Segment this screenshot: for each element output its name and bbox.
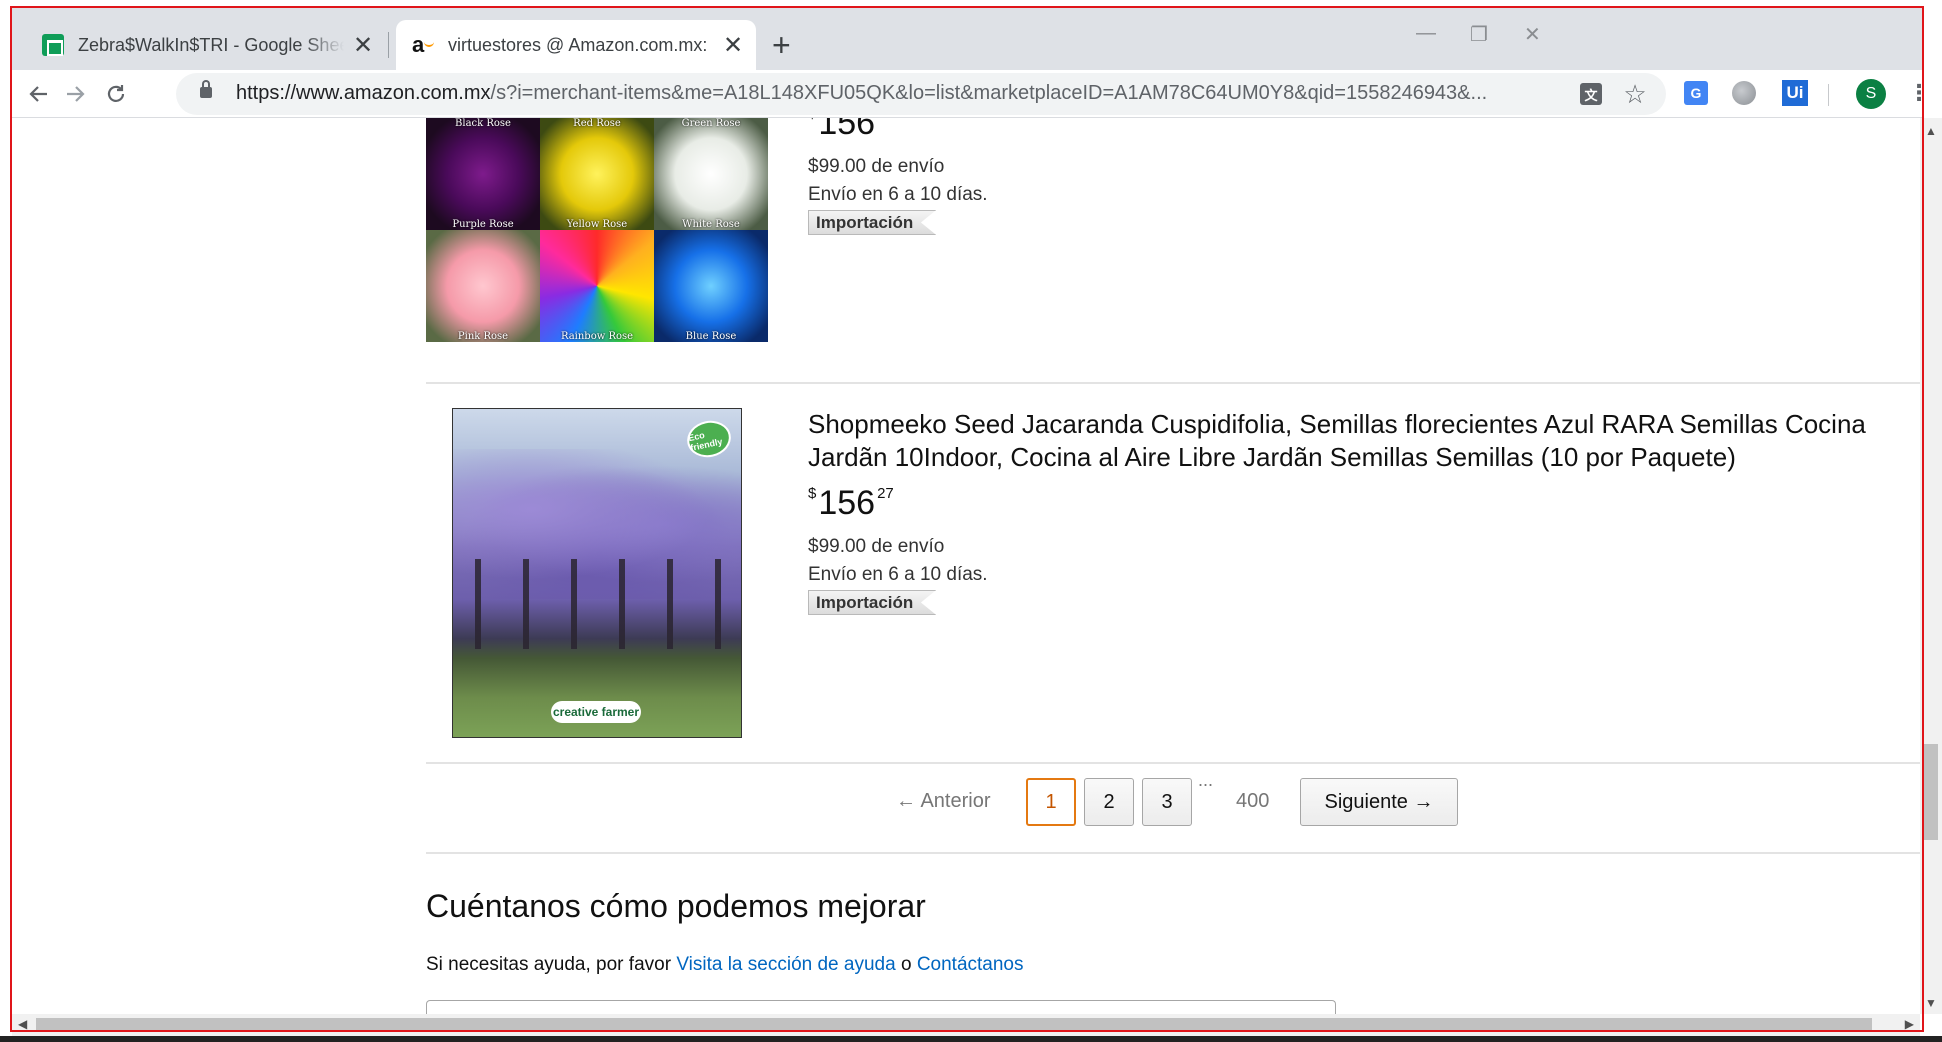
browser-toolbar: https://www.amazon.com.mx/s?i=merchant-i… [12, 70, 1930, 118]
rose-label: Blue Rose [685, 331, 737, 342]
rose-label: Rainbow Rose [560, 331, 634, 342]
tab-close-icon[interactable]: ✕ [352, 32, 374, 59]
page-3-button[interactable]: 3 [1142, 778, 1192, 826]
scroll-left-arrow-icon[interactable]: ◀ [18, 1017, 27, 1031]
delivery-estimate: Envío en 6 a 10 días. [808, 564, 988, 585]
address-bar[interactable]: https://www.amazon.com.mx/s?i=merchant-i… [176, 73, 1666, 115]
product-price[interactable]: $15627 [808, 484, 894, 523]
browser-menu-icon[interactable]: ⋮ [1904, 78, 1934, 108]
vertical-scroll-thumb[interactable] [1924, 744, 1938, 840]
price-whole: 156 [818, 118, 876, 142]
tab-title: virtuestores @ Amazon.com.mx: [448, 34, 708, 55]
result-divider [426, 382, 1920, 384]
product-price[interactable]: $15627 [808, 118, 894, 143]
bookmark-star-icon[interactable]: ☆ [1622, 79, 1648, 109]
pagination-previous: ← Anterior [896, 790, 991, 812]
rose-label: Green Rose [681, 118, 741, 129]
restore-icon[interactable]: ❐ [1470, 22, 1488, 47]
url-host: https://www.amazon.com.mx [236, 82, 491, 104]
scroll-right-arrow-icon[interactable]: ▶ [1905, 1017, 1914, 1031]
forward-icon[interactable] [60, 78, 92, 110]
tab-amazon[interactable]: a virtuestores @ Amazon.com.mx: ✕ [396, 20, 756, 70]
translate-page-icon[interactable]: 文 [1580, 83, 1602, 105]
rose-swatch: Blue Rose [654, 230, 768, 342]
rose-label: Yellow Rose [566, 219, 628, 230]
lock-icon [200, 80, 212, 98]
horizontal-scrollbar[interactable]: ◀ ▶ [12, 1014, 1920, 1036]
product-title-link[interactable]: Shopmeeko Seed Jacaranda Cuspidifolia, S… [808, 408, 1908, 474]
rose-label: Pink Rose [457, 331, 509, 342]
rose-swatch: Rainbow Rose [540, 230, 654, 342]
tab-close-icon[interactable]: ✕ [722, 32, 744, 59]
google-sheets-icon [42, 34, 64, 56]
rose-label: Purple Rose [452, 219, 514, 230]
feedback-input-box[interactable] [426, 1000, 1336, 1014]
page-viewport: Black Rose Purple Rose Red Rose Yellow Ros… [12, 118, 1920, 1014]
result-divider [426, 852, 1920, 854]
import-badge: Importación [808, 590, 937, 615]
vertical-scrollbar[interactable]: ▲ ▼ [1920, 118, 1942, 1014]
product-image-jacaranda[interactable]: Eco friendly creative farmer [452, 408, 742, 738]
tab-strip: Zebra$WalkIn$TRI - Google Shee ✕ a virtu… [12, 8, 1922, 70]
shipping-cost: $99.00 de envío [808, 156, 945, 177]
minimize-icon[interactable]: — [1416, 22, 1436, 45]
brand-logo: creative farmer [551, 701, 641, 723]
import-badge: Importación [808, 210, 937, 235]
rose-swatch: Green Rose White Rose [654, 118, 768, 230]
price-currency: $ [808, 118, 816, 122]
taskbar-edge [0, 1036, 1942, 1042]
product-image-roses[interactable]: Black Rose Purple Rose Red Rose Yellow Ros… [426, 118, 768, 342]
delivery-estimate: Envío en 6 a 10 días. [808, 184, 988, 205]
page-2-button[interactable]: 2 [1084, 778, 1134, 826]
feedback-help-text: Si necesitas ayuda, por favor Visita la … [426, 954, 1024, 976]
new-tab-button[interactable]: + [772, 29, 791, 61]
tab-separator [388, 32, 389, 58]
page-last[interactable]: 400 [1236, 790, 1269, 813]
price-cents: 27 [877, 118, 894, 122]
google-translate-extension-icon[interactable]: G [1684, 81, 1708, 105]
tab-google-sheets[interactable]: Zebra$WalkIn$TRI - Google Shee ✕ [26, 20, 386, 70]
profile-avatar[interactable]: S [1856, 79, 1886, 109]
pagination-next-button[interactable]: Siguiente → [1300, 778, 1458, 826]
rose-label: Red Rose [573, 118, 621, 129]
globe-extension-icon[interactable] [1732, 81, 1756, 105]
help-joiner: o [900, 954, 912, 975]
tab-title: Zebra$WalkIn$TRI - Google Shee [78, 34, 344, 55]
contact-link[interactable]: Contáctanos [917, 954, 1024, 975]
toolbar-separator [1828, 84, 1829, 106]
rose-label: Black Rose [455, 118, 511, 129]
window-close-icon[interactable]: ✕ [1524, 22, 1541, 47]
shipping-cost: $99.00 de envío [808, 536, 945, 557]
horizontal-scroll-thumb[interactable] [36, 1018, 1872, 1032]
page-1-current[interactable]: 1 [1026, 778, 1076, 826]
scroll-down-arrow-icon[interactable]: ▼ [1925, 996, 1937, 1010]
feedback-heading: Cuéntanos cómo podemos mejorar [426, 888, 926, 924]
result-divider [426, 762, 1920, 764]
url-text[interactable]: https://www.amazon.com.mx/s?i=merchant-i… [236, 82, 1487, 105]
rose-swatch: Black Rose Purple Rose [426, 118, 540, 230]
tree-trunks [453, 559, 741, 649]
rose-label: White Rose [682, 219, 740, 230]
price-whole: 156 [818, 484, 876, 522]
help-prefix: Si necesitas ayuda, por favor [426, 954, 672, 975]
price-currency: $ [808, 485, 817, 502]
reload-icon[interactable] [100, 78, 132, 110]
uipath-extension-icon[interactable]: Ui [1782, 80, 1808, 106]
price-cents: 27 [877, 485, 894, 502]
url-path: /s?i=merchant-items&me=A18L148XFU05QK&lo… [490, 82, 1488, 104]
pagination: ← Anterior 1 2 3 ... 400 Siguiente → [12, 770, 1920, 828]
back-icon[interactable] [22, 78, 54, 110]
rose-swatch: Red Rose Yellow Rose [540, 118, 654, 230]
rose-swatch: Pink Rose [426, 230, 540, 342]
pagination-ellipsis: ... [1198, 770, 1214, 790]
scroll-up-arrow-icon[interactable]: ▲ [1925, 124, 1937, 138]
help-section-link[interactable]: Visita la sección de ayuda [676, 954, 895, 975]
amazon-icon: a [412, 34, 434, 56]
